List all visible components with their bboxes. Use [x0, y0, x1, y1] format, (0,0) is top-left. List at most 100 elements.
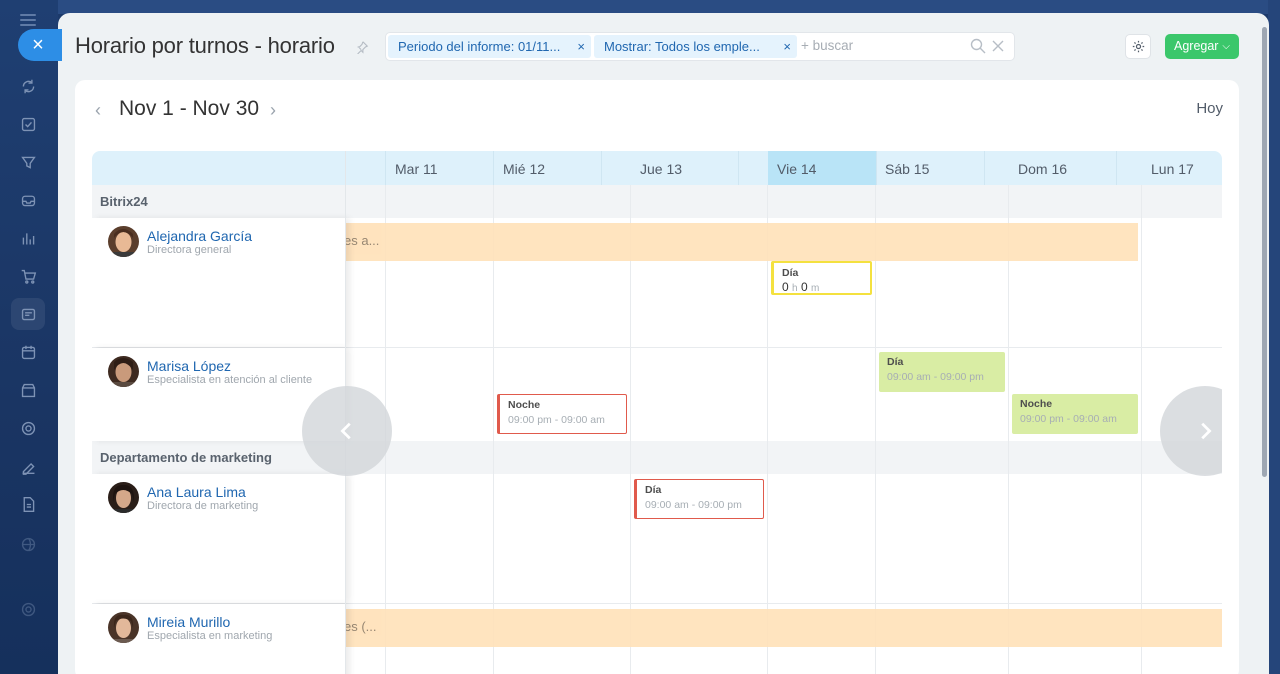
avatar[interactable] — [108, 226, 139, 257]
chevron-left-icon — [340, 422, 351, 440]
prev-period-button[interactable]: ‹ — [95, 100, 101, 121]
header-divider — [1116, 151, 1117, 185]
grid-line — [1141, 185, 1142, 674]
filter-search-bar[interactable]: Periodo del informe: 01/11... × Mostrar:… — [385, 32, 1015, 61]
right-backdrop — [1268, 0, 1280, 674]
period-range: Nov 1 - Nov 30 — [119, 97, 260, 120]
shift-time: 09:00 am - 09:00 pm — [887, 371, 984, 383]
sign-icon[interactable] — [19, 457, 37, 475]
page-title: Horario por turnos - horario — [75, 33, 335, 58]
day-header: Jue 13 — [640, 161, 683, 177]
employee-role: Directora general — [147, 244, 232, 256]
chevron-down-icon: ⌵ — [1222, 41, 1230, 52]
schedule-card: ‹ Nov 1 - Nov 30 › Hoy Mar 11 Mié 12 Jue… — [75, 80, 1239, 674]
add-button-label: Agregar — [1174, 39, 1219, 53]
filter-chip-label: Mostrar: Todos los emple... — [604, 39, 760, 54]
shift-hours-unit: h — [792, 283, 798, 294]
shift-card[interactable]: Noche 09:00 pm - 09:00 am — [497, 394, 627, 434]
calendar-icon[interactable] — [19, 343, 37, 361]
target-icon[interactable] — [19, 419, 37, 437]
next-period-button[interactable]: › — [270, 100, 276, 121]
shift-time: 09:00 pm - 09:00 am — [1020, 413, 1117, 425]
group-row: Bitrix24 — [92, 185, 1222, 218]
shift-card[interactable]: Noche 09:00 pm - 09:00 am — [1012, 394, 1138, 434]
search-icon[interactable] — [970, 38, 986, 54]
day-header: Lun 17 — [1151, 161, 1194, 177]
absence-label: es (... — [344, 619, 377, 634]
shift-card[interactable]: Día 09:00 am - 09:00 pm — [634, 479, 764, 519]
schedule-grid: Mar 11 Mié 12 Jue 13 Vie 14 Sáb 15 Dom 1… — [92, 151, 1222, 674]
employee-name[interactable]: Alejandra García — [147, 228, 252, 244]
absence-bar[interactable]: es (... — [342, 609, 1222, 647]
employee-role: Especialista en marketing — [147, 630, 273, 642]
day-header: Mar 11 — [395, 161, 438, 177]
employee-role: Directora de marketing — [147, 500, 259, 512]
group-name: Bitrix24 — [100, 194, 148, 209]
analytics-icon[interactable] — [19, 229, 37, 247]
document-icon[interactable] — [19, 495, 37, 513]
filter-chip-show[interactable]: Mostrar: Todos los emple... × — [594, 35, 797, 58]
slider-panel: Horario por turnos - horario Periodo del… — [58, 13, 1269, 674]
day-header: Vie 14 — [777, 161, 817, 177]
absence-bar[interactable]: es a... — [342, 223, 1138, 261]
shift-name: Día — [645, 484, 662, 496]
today-button[interactable]: Hoy — [1196, 100, 1223, 117]
header-divider — [385, 151, 386, 185]
shift-name: Día — [782, 267, 799, 279]
close-slider-button[interactable]: × — [18, 29, 62, 61]
shifts-icon[interactable] — [11, 298, 45, 330]
tasks-icon[interactable] — [19, 115, 37, 133]
inbox-icon[interactable] — [19, 191, 37, 209]
employee-name[interactable]: Ana Laura Lima — [147, 484, 246, 500]
shift-name: Noche — [1020, 398, 1053, 410]
settings-button[interactable] — [1125, 34, 1151, 59]
globe-icon[interactable] — [19, 535, 37, 553]
shift-name: Noche — [508, 399, 541, 411]
shift-card[interactable]: Día 09:00 am - 09:00 pm — [879, 352, 1005, 392]
employee-role: Especialista en atención al cliente — [147, 374, 313, 386]
shift-time: 09:00 am - 09:00 pm — [645, 499, 742, 511]
header-divider — [738, 151, 739, 185]
store-icon[interactable] — [19, 381, 37, 399]
avatar[interactable] — [108, 482, 139, 513]
filter-chip-period[interactable]: Periodo del informe: 01/11... × — [388, 35, 591, 58]
shift-minutes: 0 — [800, 280, 808, 294]
employee-name[interactable]: Mireia Murillo — [147, 614, 230, 630]
avatar[interactable] — [108, 356, 139, 387]
sync-icon[interactable] — [19, 77, 37, 95]
group-name: Departamento de marketing — [100, 450, 272, 465]
close-icon[interactable]: × — [577, 35, 585, 58]
gear-icon — [1132, 40, 1144, 53]
header-divider — [601, 151, 602, 185]
shift-hours: 0 — [782, 280, 789, 294]
shift-time: 09:00 pm - 09:00 am — [508, 414, 605, 426]
top-backdrop — [58, 0, 1280, 14]
scroll-left-button[interactable] — [302, 386, 392, 476]
pin-icon[interactable] — [355, 40, 369, 55]
add-button[interactable]: Agregar ⌵ — [1165, 34, 1239, 59]
settings-icon[interactable] — [19, 600, 37, 618]
day-header: Mié 12 — [503, 161, 546, 177]
header-divider — [493, 151, 494, 185]
search-input[interactable]: + buscar — [801, 38, 853, 53]
header-divider — [876, 151, 877, 185]
absence-label: es a... — [344, 233, 380, 248]
shift-duration: 0 h 0 m — [782, 280, 870, 294]
clear-icon[interactable] — [991, 39, 1005, 53]
filter-chip-label: Periodo del informe: 01/11... — [398, 39, 561, 54]
chevron-right-icon — [1201, 422, 1212, 440]
panel-scrollbar[interactable] — [1262, 27, 1267, 477]
day-header: Dom 16 — [1018, 161, 1068, 177]
shift-card[interactable]: Día 0 h 0 m — [771, 261, 872, 295]
header-divider — [984, 151, 985, 185]
app-sidebar — [0, 0, 58, 674]
close-icon[interactable]: × — [783, 35, 791, 58]
shift-minutes-unit: m — [810, 283, 820, 294]
employee-name[interactable]: Marisa López — [147, 358, 231, 374]
shift-name: Día — [887, 356, 904, 368]
avatar[interactable] — [108, 612, 139, 643]
cart-icon[interactable] — [19, 267, 37, 285]
menu-icon[interactable] — [20, 14, 36, 26]
funnel-icon[interactable] — [19, 153, 37, 171]
day-header: Sáb 15 — [885, 161, 930, 177]
